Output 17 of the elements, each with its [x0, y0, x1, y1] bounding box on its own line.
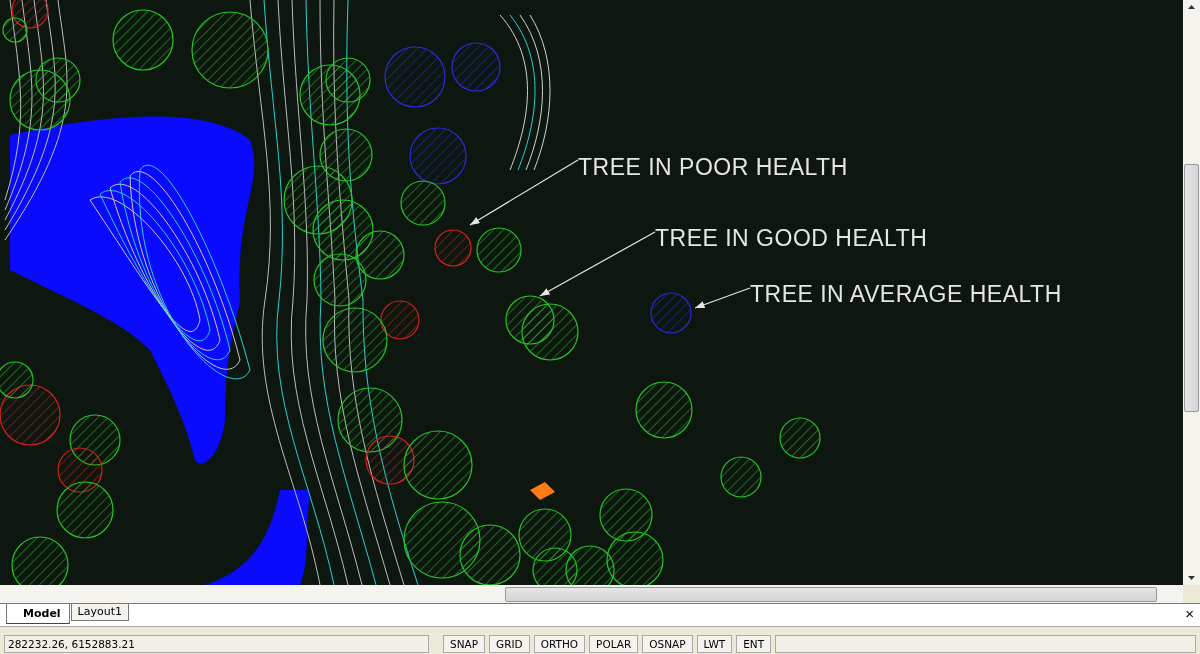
coordinates-readout: 282232.26, 6152883.21: [4, 635, 429, 653]
status-toggle-button[interactable]: SNAP: [443, 635, 486, 653]
status-toggle-button[interactable]: ENT: [736, 635, 772, 653]
status-toggle-button[interactable]: ORTHO: [533, 635, 586, 653]
drawing-canvas[interactable]: TREE IN POOR HEALTH TREE IN GOOD HEALTH TREE IN AVERAGE HEALTH: [0, 0, 1183, 585]
annotation-label: TREE IN AVERAGE HEALTH: [750, 281, 1062, 307]
layout-tab[interactable]: Layout1: [70, 604, 129, 621]
vertical-scrollbar[interactable]: [1183, 0, 1200, 585]
status-toggle-button[interactable]: POLAR: [589, 635, 639, 653]
status-toggle-button[interactable]: GRID: [489, 635, 530, 653]
annotation-label: TREE IN GOOD HEALTH: [655, 225, 928, 251]
annotation-label: TREE IN POOR HEALTH: [578, 154, 848, 180]
leader-line: [694, 287, 751, 309]
close-button[interactable]: ×: [1185, 604, 1194, 624]
status-toggle-button[interactable]: LWT: [696, 635, 733, 653]
layout-tab[interactable]: Model: [6, 604, 70, 624]
status-toggle-button[interactable]: OSNAP: [642, 635, 693, 653]
